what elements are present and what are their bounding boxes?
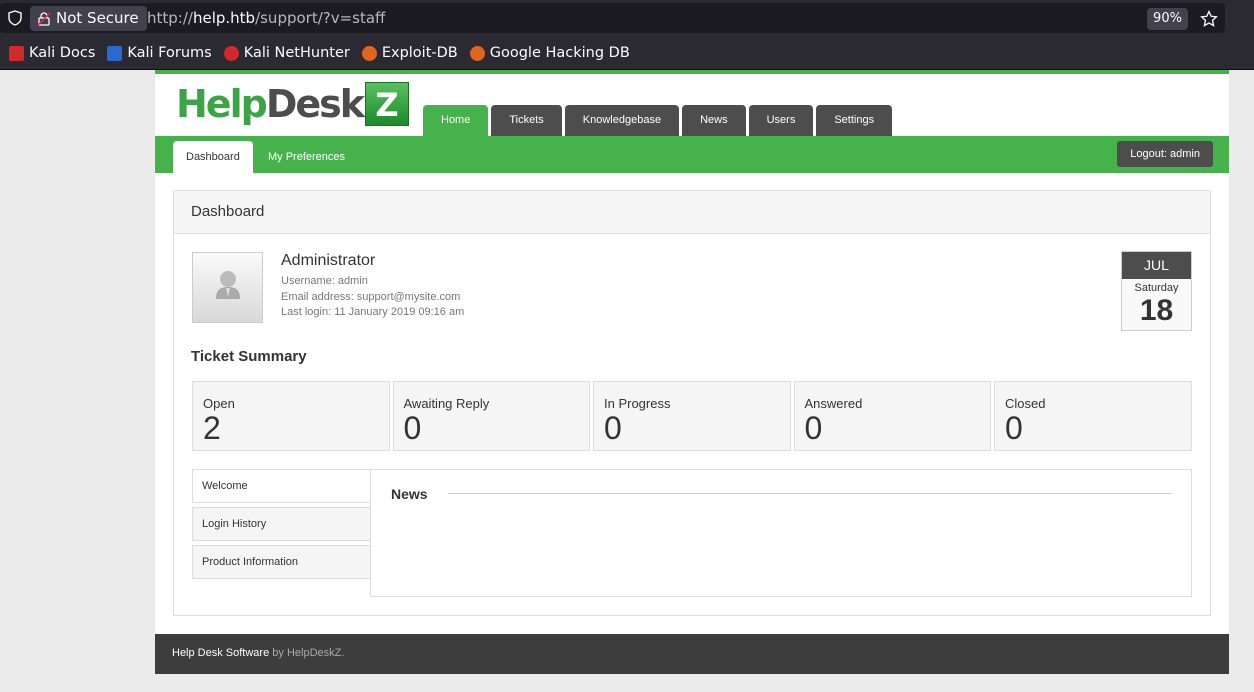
summary-label: Answered: [804, 396, 863, 411]
bookmark-label: Google Hacking DB: [489, 45, 630, 61]
tab-knowledgebase[interactable]: Knowledgebase: [564, 105, 680, 136]
bookmark-kali-forums[interactable]: Kali Forums: [107, 45, 212, 61]
url-bar[interactable]: Not Secure http://help.htb/support/?v=st…: [0, 3, 1225, 33]
security-label: Not Secure: [56, 9, 139, 27]
kali-docs-icon: [9, 45, 24, 61]
profile-info: Administrator Username: admin Email addr…: [281, 252, 464, 321]
helpdeskz-logo[interactable]: Help Desk Z: [176, 82, 410, 126]
kali-forums-icon: [107, 45, 123, 61]
calendar-widget: JUL Saturday 18: [1121, 251, 1192, 331]
bookmark-label: Exploit-DB: [381, 45, 458, 61]
logo-help: Help: [176, 82, 268, 126]
dashboard-panel: Dashboard Administrator Username: admin …: [173, 190, 1211, 616]
summary-awaiting-reply[interactable]: Awaiting Reply 0: [392, 381, 590, 451]
calendar-weekday: Saturday: [1134, 282, 1179, 294]
tab-home[interactable]: Home: [423, 105, 489, 136]
url-host: help.htb: [192, 9, 256, 27]
footer-suffix: by HelpDeskZ.: [269, 647, 345, 659]
google-hacking-db-icon: [469, 45, 485, 61]
user-avatar-icon: [216, 271, 240, 299]
kali-nethunter-icon: [223, 45, 239, 61]
page: Help Desk Z Home Tickets Knowledgebase N…: [0, 70, 1254, 692]
bookmark-label: Kali Forums: [127, 45, 212, 61]
news-divider: [448, 493, 1172, 494]
news-title: News: [391, 486, 428, 502]
content-area: Dashboard Administrator Username: admin …: [155, 173, 1229, 634]
calendar-month: JUL: [1122, 252, 1191, 279]
summary-label: Awaiting Reply: [403, 396, 490, 411]
shield-icon[interactable]: [7, 10, 23, 26]
url-prefix: http://: [147, 9, 193, 27]
bookmark-exploit-db[interactable]: Exploit-DB: [361, 45, 458, 61]
bookmark-google-hacking-db[interactable]: Google Hacking DB: [469, 45, 630, 61]
summary-value: 0: [1005, 410, 1023, 446]
tab-users[interactable]: Users: [748, 105, 814, 136]
footer-brand-link[interactable]: Help Desk Software: [172, 647, 269, 659]
panel-title: Dashboard: [174, 191, 1210, 234]
site-header: Help Desk Z Home Tickets Knowledgebase N…: [155, 74, 1229, 136]
bookmark-kali-nethunter[interactable]: Kali NetHunter: [223, 45, 350, 61]
lock-insecure-icon: [38, 11, 50, 26]
bookmark-kali-docs[interactable]: Kali Docs: [9, 45, 95, 61]
summary-label: In Progress: [604, 396, 671, 411]
bookmark-star-icon[interactable]: [1200, 10, 1218, 28]
bookmark-label: Kali Docs: [29, 45, 96, 61]
summary-value: 0: [604, 410, 622, 446]
profile-username: Username: admin: [281, 275, 368, 287]
tab-settings[interactable]: Settings: [816, 105, 893, 136]
tab-news[interactable]: News: [682, 105, 746, 136]
subtab-my-preferences[interactable]: My Preferences: [255, 141, 358, 173]
avatar: [192, 252, 263, 323]
tab-product-information[interactable]: Product Information: [192, 545, 371, 579]
summary-label: Open: [203, 396, 235, 411]
url-text[interactable]: http://help.htb/support/?v=staff: [147, 3, 385, 33]
summary-closed[interactable]: Closed 0: [994, 381, 1192, 451]
profile-email: Email address: support@mysite.com: [281, 290, 461, 303]
sub-nav: Dashboard My Preferences Logout: admin: [155, 136, 1229, 173]
tab-login-history[interactable]: Login History: [192, 507, 371, 541]
profile-last-login: Last login: 11 January 2019 09:16 am: [281, 306, 465, 318]
zoom-indicator[interactable]: 90%: [1147, 8, 1188, 30]
logo-desk: Desk: [265, 82, 365, 126]
security-indicator[interactable]: Not Secure: [30, 6, 147, 31]
summary-answered[interactable]: Answered 0: [793, 381, 991, 451]
summary-in-progress[interactable]: In Progress 0: [593, 381, 791, 451]
summary-label: Closed: [1005, 396, 1046, 411]
subtab-dashboard[interactable]: Dashboard: [173, 141, 253, 173]
exploit-db-icon: [361, 45, 377, 61]
url-path: /support/?v=staff: [255, 9, 386, 27]
summary-value: 2: [203, 410, 221, 446]
bookmarks-bar: Kali Docs Kali Forums Kali NetHunter Exp…: [0, 40, 630, 66]
site-container: Help Desk Z Home Tickets Knowledgebase N…: [155, 70, 1229, 674]
browser-toolbar: Not Secure http://help.htb/support/?v=st…: [0, 0, 1254, 70]
ticket-summary: Open 2 Awaiting Reply 0 In Progress 0 An…: [192, 381, 1192, 451]
calendar-day: 18: [1139, 294, 1174, 327]
bookmark-label: Kali NetHunter: [243, 45, 350, 61]
site-footer: Help Desk Software by HelpDeskZ.: [155, 634, 1229, 674]
summary-value: 0: [403, 410, 422, 446]
logout-button[interactable]: Logout: admin: [1117, 141, 1213, 167]
summary-value: 0: [804, 410, 823, 446]
news-panel: News: [370, 469, 1192, 597]
info-tabs: Welcome Login History Product Informatio…: [192, 469, 371, 583]
logo-z: Z: [365, 82, 410, 126]
summary-open[interactable]: Open 2: [192, 381, 390, 451]
tab-welcome[interactable]: Welcome: [192, 469, 371, 503]
profile-name: Administrator: [281, 252, 376, 269]
main-nav: Home Tickets Knowledgebase News Users Se…: [423, 105, 893, 136]
ticket-summary-title: Ticket Summary: [191, 348, 307, 365]
tab-tickets[interactable]: Tickets: [491, 105, 562, 136]
